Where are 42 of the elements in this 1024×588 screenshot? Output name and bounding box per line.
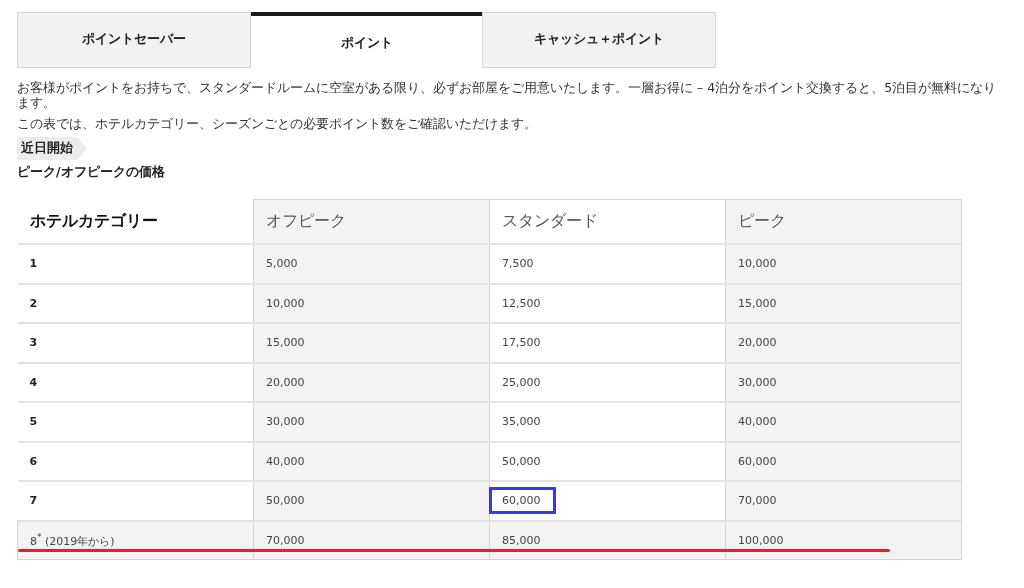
table-cell: 15,000: [738, 296, 777, 310]
table-cell: 8$^{*}$ (2019年から): [30, 535, 115, 549]
table-cell: 10,000: [738, 257, 777, 271]
column-header: オフピーク: [253, 199, 490, 244]
table-cell: 30,000: [266, 415, 305, 429]
table-cell: 40,000: [266, 454, 305, 468]
column-header: ホテルカテゴリー: [17, 199, 254, 244]
table-cell: 40,000: [738, 415, 777, 429]
coming-soon-tag: 近日開始: [17, 137, 87, 160]
table-cell: 5,000: [266, 257, 298, 271]
table-cell: 70,000: [738, 494, 777, 508]
table-cell: 35,000: [502, 415, 541, 429]
table-cell: 50,000: [266, 494, 305, 508]
table-cell: 6: [29, 454, 38, 468]
table-cell: 100,000: [738, 533, 784, 547]
tab[interactable]: キャッシュ＋ポイント: [482, 12, 716, 68]
table-cell: 20,000: [266, 375, 305, 389]
highlighted-value: 60,000: [492, 490, 553, 512]
table-cell: 12,500: [502, 296, 541, 310]
table-cell: 85,000: [502, 533, 541, 547]
table-cell: 17,500: [502, 336, 541, 350]
table-cell: 10,000: [266, 296, 305, 310]
description-text: お客様がポイントをお持ちで、スタンダードルームに空室がある限り、必ずお部屋をご用意いたします。一層お得に – 4泊分をポイント交換すると、5泊目が無料になります。: [17, 80, 998, 110]
table-cell: 70,000: [266, 533, 305, 547]
table-cell: 25,000: [502, 375, 541, 389]
table-cell: 7,500: [502, 257, 534, 271]
table-cell: 60,000: [738, 454, 777, 468]
table-cell: 50,000: [502, 454, 541, 468]
table-cell: 15,000: [266, 336, 305, 350]
table-cell: 1: [29, 257, 38, 271]
table-cell: 3: [29, 336, 38, 350]
tab[interactable]: ポイントセーバー: [17, 12, 251, 68]
table-cell: 4: [29, 375, 38, 389]
column-header: ピーク: [725, 199, 962, 244]
table-cell: 2: [29, 296, 38, 310]
description-text: この表では、ホテルカテゴリー、シーズンごとの必要ポイント数をご確認いただけます。: [17, 116, 538, 131]
column-header: スタンダード: [489, 199, 726, 244]
table-cell: 30,000: [738, 375, 777, 389]
subtitle: ピーク/オフピークの価格: [17, 164, 166, 181]
table-cell: 5: [29, 415, 38, 429]
table-cell: 20,000: [738, 336, 777, 350]
table-cell: 7: [29, 494, 38, 508]
